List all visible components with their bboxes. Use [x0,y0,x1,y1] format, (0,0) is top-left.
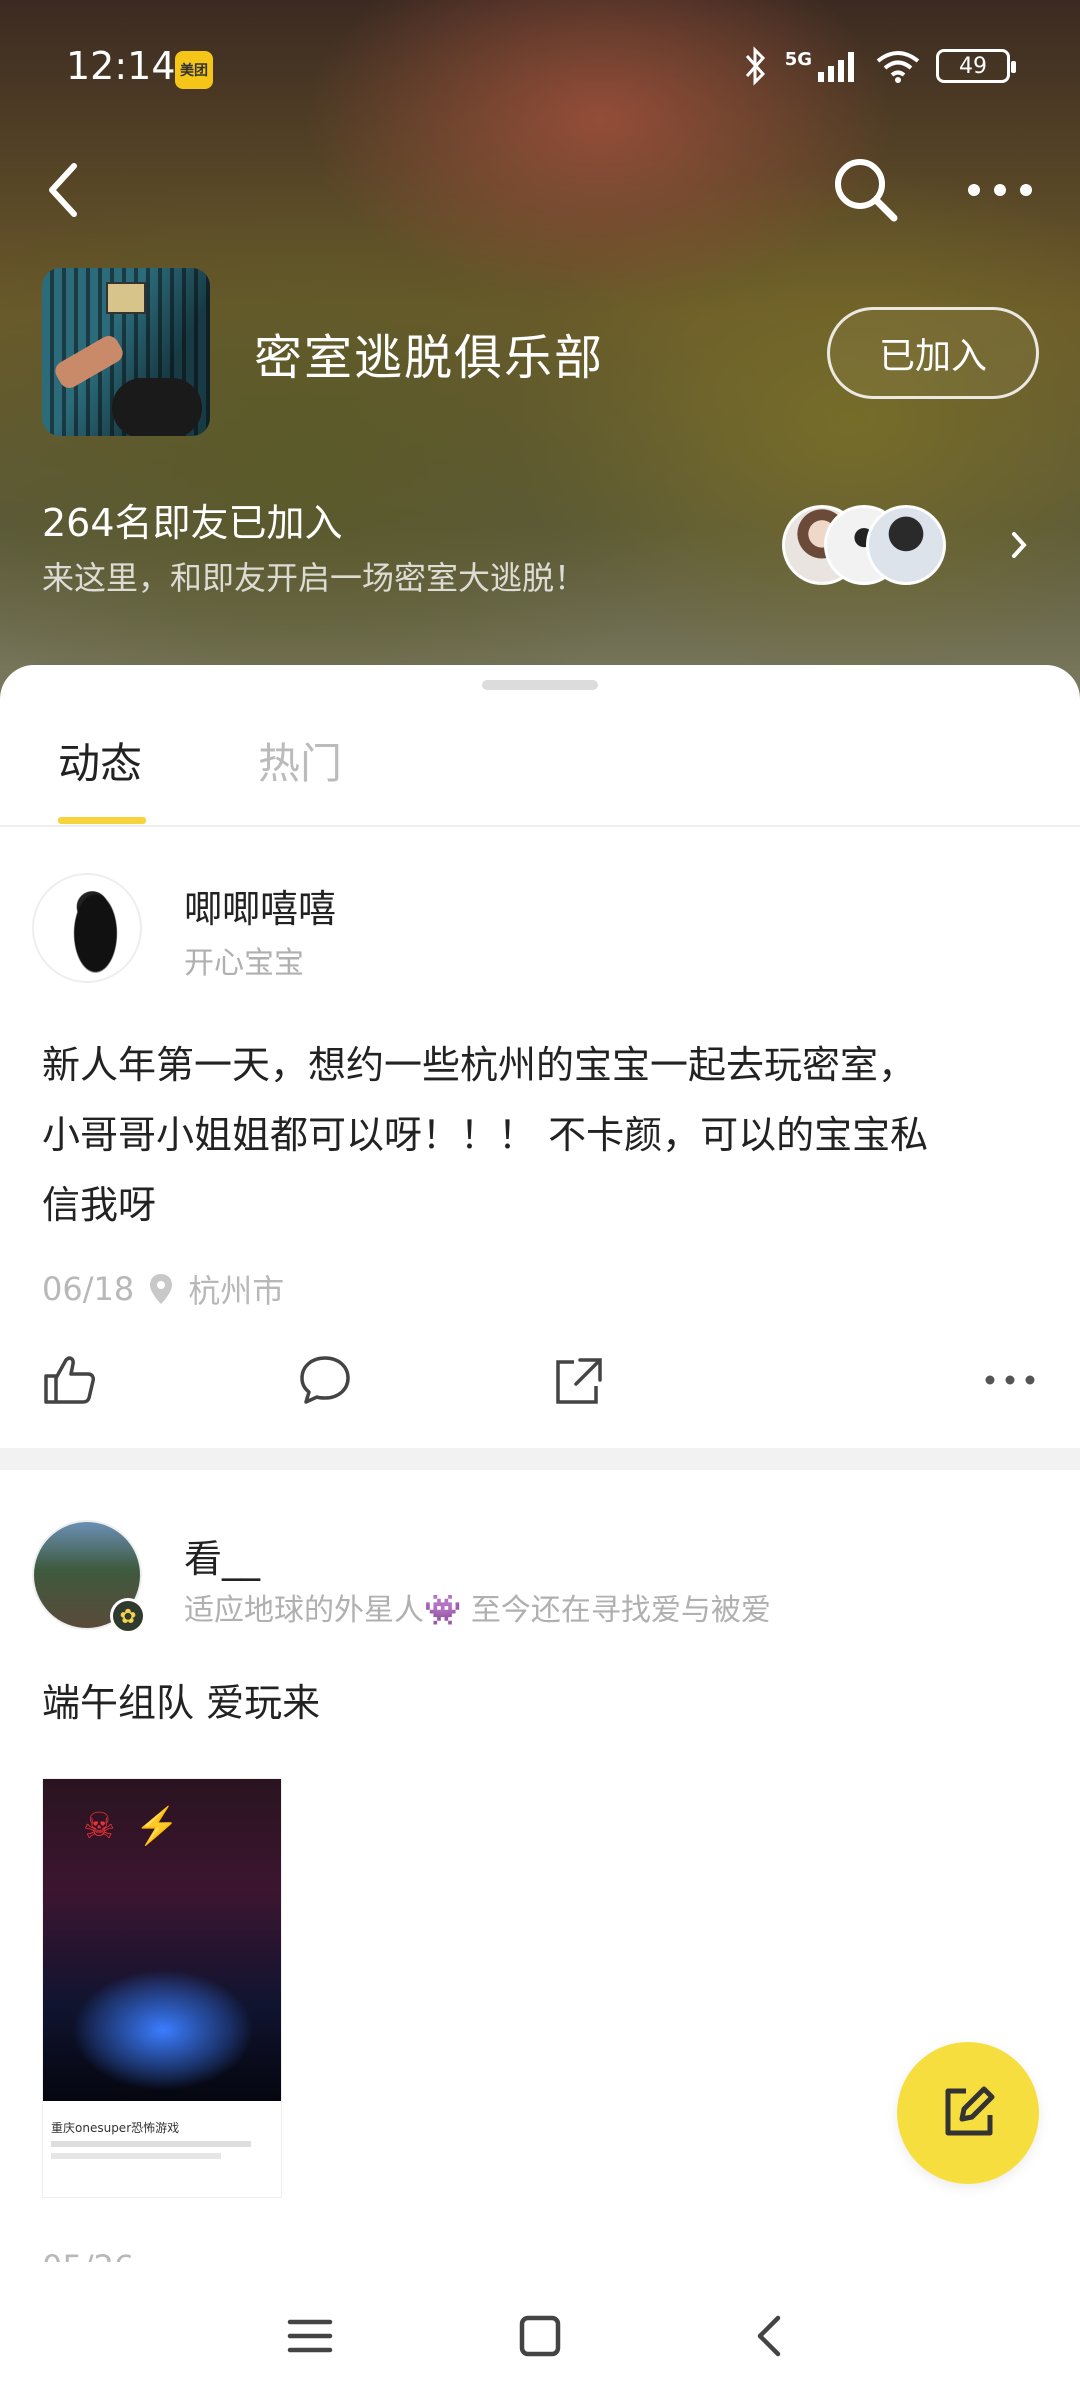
tab-hot[interactable]: 热门 [258,730,342,791]
member-avatar [866,505,946,585]
verified-badge-icon: ✿ [110,1598,146,1634]
chevron-right-icon[interactable] [1004,520,1034,570]
signal-icon [818,52,854,82]
post-text-line: 信我呀 [42,1183,157,1227]
post-text-line: 小哥哥小姐姐都可以呀！！！ 不卡颜，可以的宝宝私 [42,1113,929,1157]
post-author-name[interactable]: 唧唧嘻嘻 [184,878,336,933]
sheet-drag-handle[interactable] [482,680,598,690]
battery-indicator: 49 [936,49,1016,83]
edit-icon [945,2086,995,2136]
active-tab-indicator [58,817,146,824]
post-location[interactable]: 杭州市 [188,1266,284,1312]
compose-post-button[interactable] [897,2042,1039,2184]
system-back-icon[interactable] [740,2306,800,2366]
member-count[interactable]: 264名即友已加入 [42,492,343,547]
post-author-avatar[interactable] [32,873,142,983]
club-name: 密室逃脱俱乐部 [254,330,605,386]
post-image[interactable]: ☠ ⚡ 重庆onesuper恐怖游戏 [42,1778,282,2198]
system-navigation-bar [0,2262,1080,2400]
post-text: 端午组队 爱玩来 [42,1681,321,1725]
location-pin-icon [150,1274,173,1304]
share-icon[interactable] [548,1350,608,1410]
club-description: 来这里，和即友开启一场密室大逃脱！ [42,559,587,597]
back-arrow-icon[interactable] [38,150,88,230]
bluetooth-icon [745,46,765,86]
status-time: 12:14 [66,44,176,88]
club-avatar-image [42,268,210,436]
image-caption-detail [51,2141,271,2159]
tab-divider [0,825,1080,827]
post-author-name[interactable]: 看__ [184,1528,260,1583]
search-icon[interactable] [826,150,906,230]
poster-title-art: ☠ ⚡ [83,1806,184,1847]
post-more-icon[interactable] [980,1350,1040,1410]
post-author-subtitle: 开心宝宝 [184,946,304,981]
tab-dynamic[interactable]: 动态 [58,730,142,791]
post-separator [0,1448,1080,1470]
meituan-notification-icon: 美团 [175,51,213,89]
wifi-icon [876,51,920,83]
battery-level: 49 [959,53,987,79]
image-caption: 重庆onesuper恐怖游戏 [51,2121,180,2135]
club-avatar-shadow [112,378,202,436]
comment-icon[interactable] [295,1350,355,1410]
post-text: 新人年第一天，想约一些杭州的宝宝一起去玩密室， 小哥哥小姐姐都可以呀！！！ 不卡… [42,1030,1042,1240]
member-avatar-stack[interactable] [782,505,952,585]
network-type-label: 5G [784,48,812,70]
more-options-icon[interactable] [960,160,1040,220]
club-avatar-figure [51,332,127,392]
post-meta: 06/18 杭州市 [42,1266,284,1312]
post-author-subtitle: 适应地球的外星人👾 至今还在寻找爱与被爱 [184,1593,771,1628]
post-text-line: 新人年第一天，想约一些杭州的宝宝一起去玩密室， [42,1043,917,1087]
home-square-icon[interactable] [510,2306,570,2366]
menu-icon[interactable] [280,2306,340,2366]
club-avatar-sign [106,282,146,314]
post-date: 06/18 [42,1270,135,1308]
status-icons: 5G 49 [741,46,1016,86]
status-bar: 12:14 美团 5G 49 [0,0,1080,140]
like-icon[interactable] [40,1350,100,1410]
joined-button[interactable]: 已加入 [827,307,1039,399]
